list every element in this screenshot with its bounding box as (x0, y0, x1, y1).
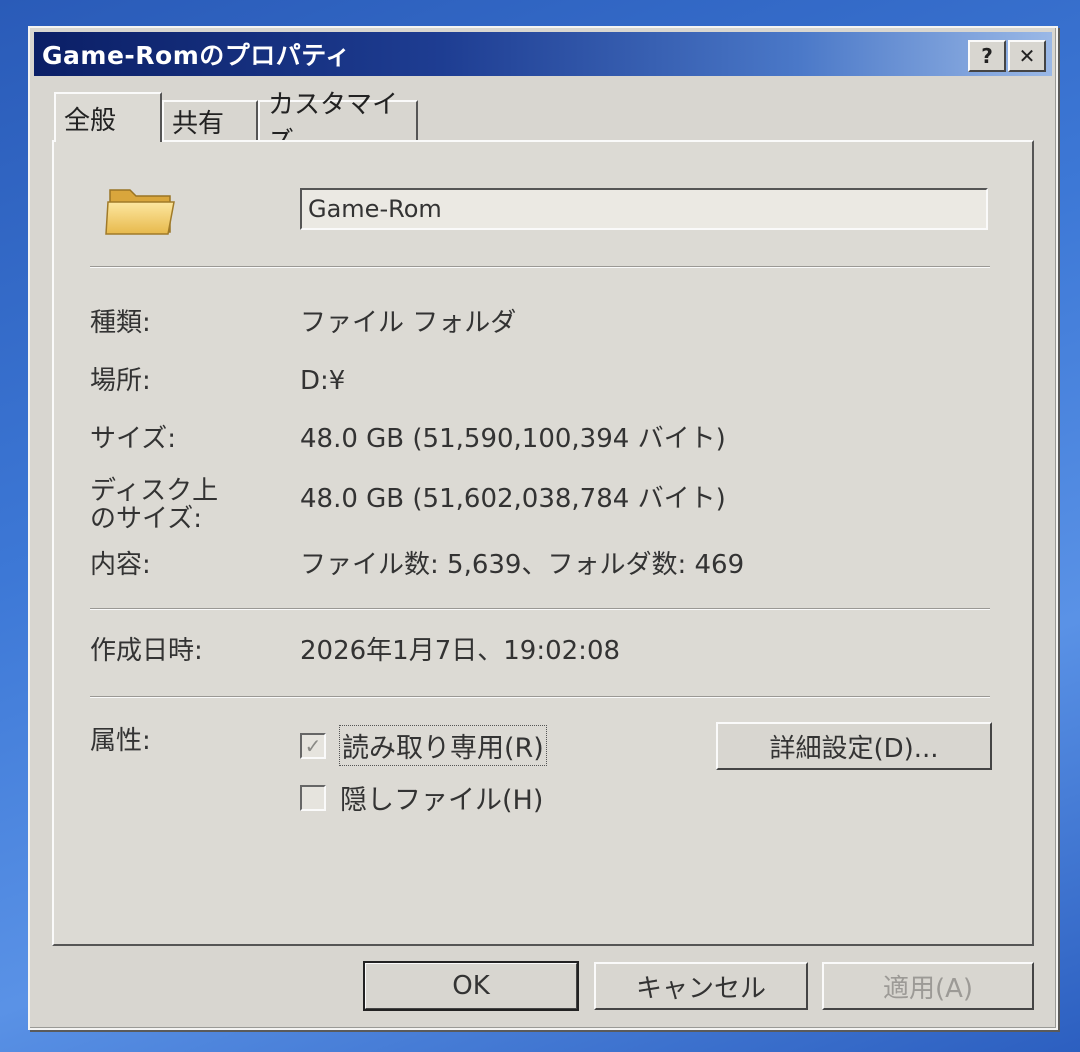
created-value: 2026年1月7日、19:02:08 (300, 636, 621, 666)
close-icon: ✕ (1018, 44, 1036, 68)
title-bar[interactable]: Game-Romのプロパティ ? ✕ (34, 32, 1052, 76)
size-label: サイズ: (90, 424, 176, 454)
size-value: 48.0 GB (51,590,100,394 バイト) (300, 424, 726, 454)
location-value: D:¥ (300, 366, 346, 396)
properties-dialog: Game-Romのプロパティ ? ✕ 全般 共有 カスタマイズ 種類: ファイル… (28, 26, 1058, 1030)
hidden-checkbox[interactable] (300, 784, 326, 811)
disk-size-label-line2: のサイズ: (90, 504, 202, 534)
separator (90, 608, 990, 610)
window-title: Game-Romのプロパティ (42, 41, 351, 70)
type-value: ファイル フォルダ (300, 308, 517, 338)
cancel-button[interactable]: キャンセル (594, 962, 808, 1010)
readonly-checkbox[interactable]: ✓ (300, 732, 326, 759)
disk-size-label-line1: ディスク上 (90, 476, 219, 506)
tab-customize[interactable]: カスタマイズ (258, 90, 418, 157)
close-button[interactable]: ✕ (1008, 40, 1046, 72)
type-label: 種類: (90, 308, 151, 338)
tab-share[interactable]: 共有 (162, 100, 258, 140)
readonly-label[interactable]: 読み取り専用(R) (339, 725, 547, 766)
hidden-label[interactable]: 隠しファイル(H) (340, 778, 543, 817)
disk-size-value: 48.0 GB (51,602,038,784 バイト) (300, 484, 726, 514)
tab-general[interactable]: 全般 (54, 92, 162, 142)
ok-button[interactable]: OK (363, 961, 579, 1011)
attributes-label: 属性: (90, 726, 151, 756)
folder-name-input[interactable] (300, 188, 988, 230)
separator (90, 266, 990, 268)
contents-label: 内容: (90, 550, 151, 580)
general-panel: 種類: ファイル フォルダ 場所: D:¥ サイズ: 48.0 GB (51,5… (52, 140, 1034, 946)
location-label: 場所: (90, 366, 151, 396)
apply-button[interactable]: 適用(A) (822, 962, 1034, 1010)
folder-icon (105, 189, 175, 235)
help-button[interactable]: ? (968, 40, 1006, 72)
created-label: 作成日時: (90, 636, 203, 666)
separator (90, 696, 990, 698)
check-icon: ✓ (304, 733, 322, 758)
contents-value: ファイル数: 5,639、フォルダ数: 469 (300, 550, 745, 580)
readonly-option[interactable]: ✓ 読み取り専用(R) (300, 725, 547, 766)
advanced-button[interactable]: 詳細設定(D)... (716, 722, 992, 770)
hidden-option[interactable]: 隠しファイル(H) (300, 778, 543, 817)
